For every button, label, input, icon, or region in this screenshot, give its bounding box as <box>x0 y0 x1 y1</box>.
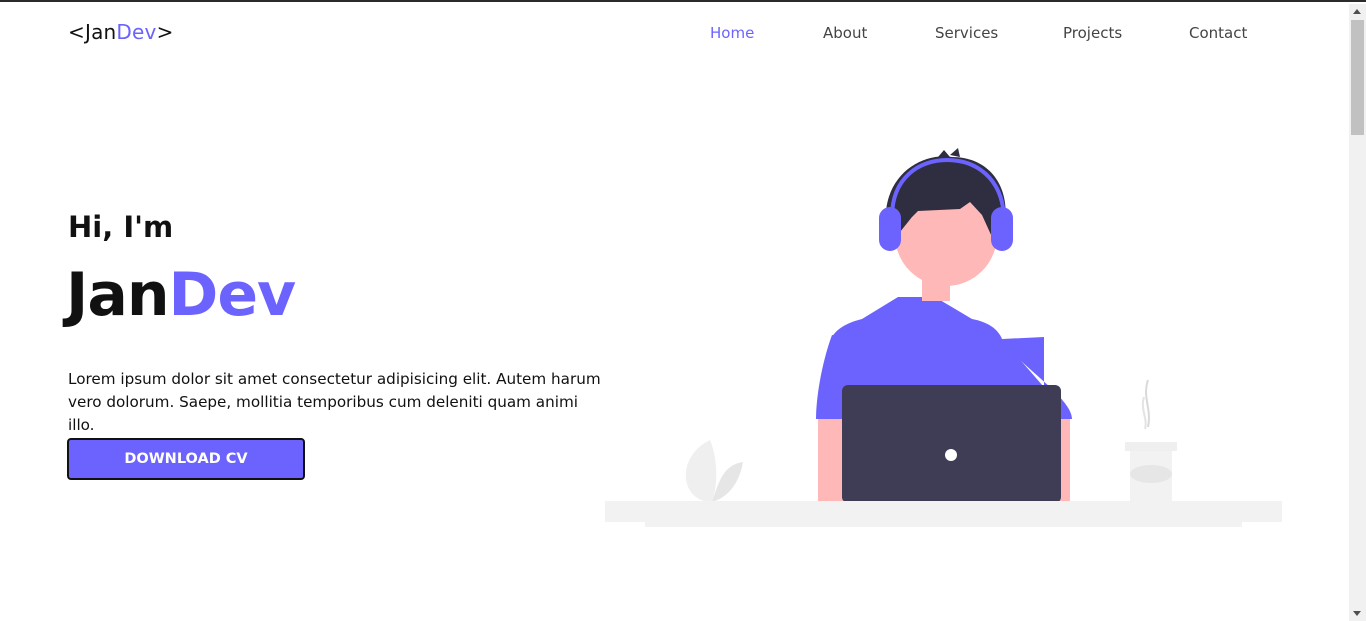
hero-description: Lorem ipsum dolor sit amet consectetur a… <box>68 370 601 435</box>
plant-icon <box>685 440 743 502</box>
coffee-cup-icon <box>1125 379 1177 503</box>
nav-services[interactable]: Services <box>935 24 998 42</box>
nav-contact[interactable]: Contact <box>1189 24 1247 42</box>
hero-name-accent: Dev <box>168 260 297 330</box>
main-nav: Home About Services Projects Contact <box>0 24 1349 44</box>
laptop-icon <box>842 385 1061 503</box>
hero-name: JanDev <box>66 260 297 330</box>
nav-about[interactable]: About <box>823 24 867 42</box>
scroll-up-arrow-icon[interactable] <box>1349 4 1366 19</box>
nav-projects[interactable]: Projects <box>1063 24 1122 42</box>
page: <JanDev> Home About Services Projects Co… <box>0 2 1366 621</box>
hero-name-primary: Jan <box>66 260 170 330</box>
scroll-thumb[interactable] <box>1351 20 1364 135</box>
developer-illustration <box>605 148 1282 527</box>
download-cv-button[interactable]: DOWNLOAD CV <box>67 438 305 480</box>
hero-greeting: Hi, I'm <box>68 210 174 244</box>
nav-home[interactable]: Home <box>710 24 754 42</box>
desk <box>605 501 1282 527</box>
page-scrollbar[interactable] <box>1349 4 1366 621</box>
